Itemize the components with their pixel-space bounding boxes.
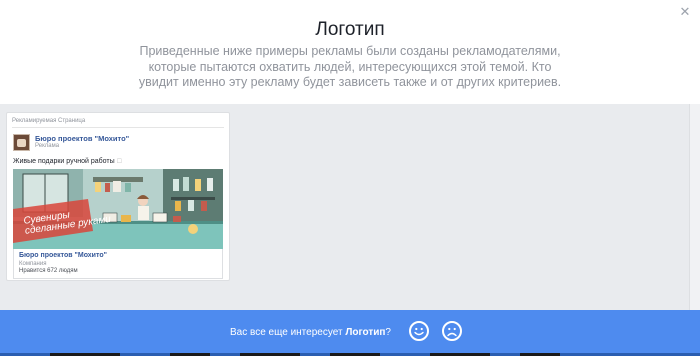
question-topic: Логотип: [345, 327, 386, 338]
ad-preview-card: Рекламируемая Страница Бюро проектов "Мо…: [6, 112, 230, 281]
checkbox-icon: ☐: [116, 159, 122, 165]
question-prefix: Вас все еще интересует: [230, 327, 346, 338]
divider: [12, 127, 224, 128]
dialog-header: Логотип Приведенные ниже примеры рекламы…: [0, 0, 700, 104]
feedback-question: Вас все еще интересует Логотип?: [230, 327, 391, 338]
sponsored-label: Реклама: [35, 143, 60, 149]
feedback-bar: Вас все еще интересует Логотип?: [0, 310, 700, 356]
question-suffix: ?: [385, 327, 391, 338]
ad-caption[interactable]: Бюро проектов "Мохито" Компания Нравится…: [13, 249, 223, 279]
ad-body-text: Живые подарки ручной работы ☐: [13, 158, 122, 165]
ad-examples-area: Рекламируемая Страница Бюро проектов "Мо…: [0, 104, 700, 310]
caption-category: Компания: [19, 261, 47, 267]
dialog-subtitle: Приведенные ниже примеры рекламы были со…: [138, 44, 562, 89]
caption-likes: Нравится 672 людям: [19, 268, 78, 274]
dialog-title: Логотип: [315, 19, 385, 40]
shop-illustration: [13, 169, 223, 249]
caption-page-name[interactable]: Бюро проектов "Мохито": [19, 252, 107, 259]
smile-icon[interactable]: [409, 321, 429, 341]
page-avatar[interactable]: [13, 134, 30, 151]
ad-top-label: Рекламируемая Страница: [12, 118, 86, 124]
close-icon[interactable]: ✕: [679, 5, 691, 18]
scrollbar[interactable]: [689, 104, 700, 310]
ad-page-name-link[interactable]: Бюро проектов "Мохито": [35, 134, 129, 143]
ad-body-text-content: Живые подарки ручной работы: [13, 158, 115, 165]
ad-image[interactable]: Сувениры сделанные руками: [13, 169, 223, 249]
frown-icon[interactable]: [442, 321, 462, 341]
